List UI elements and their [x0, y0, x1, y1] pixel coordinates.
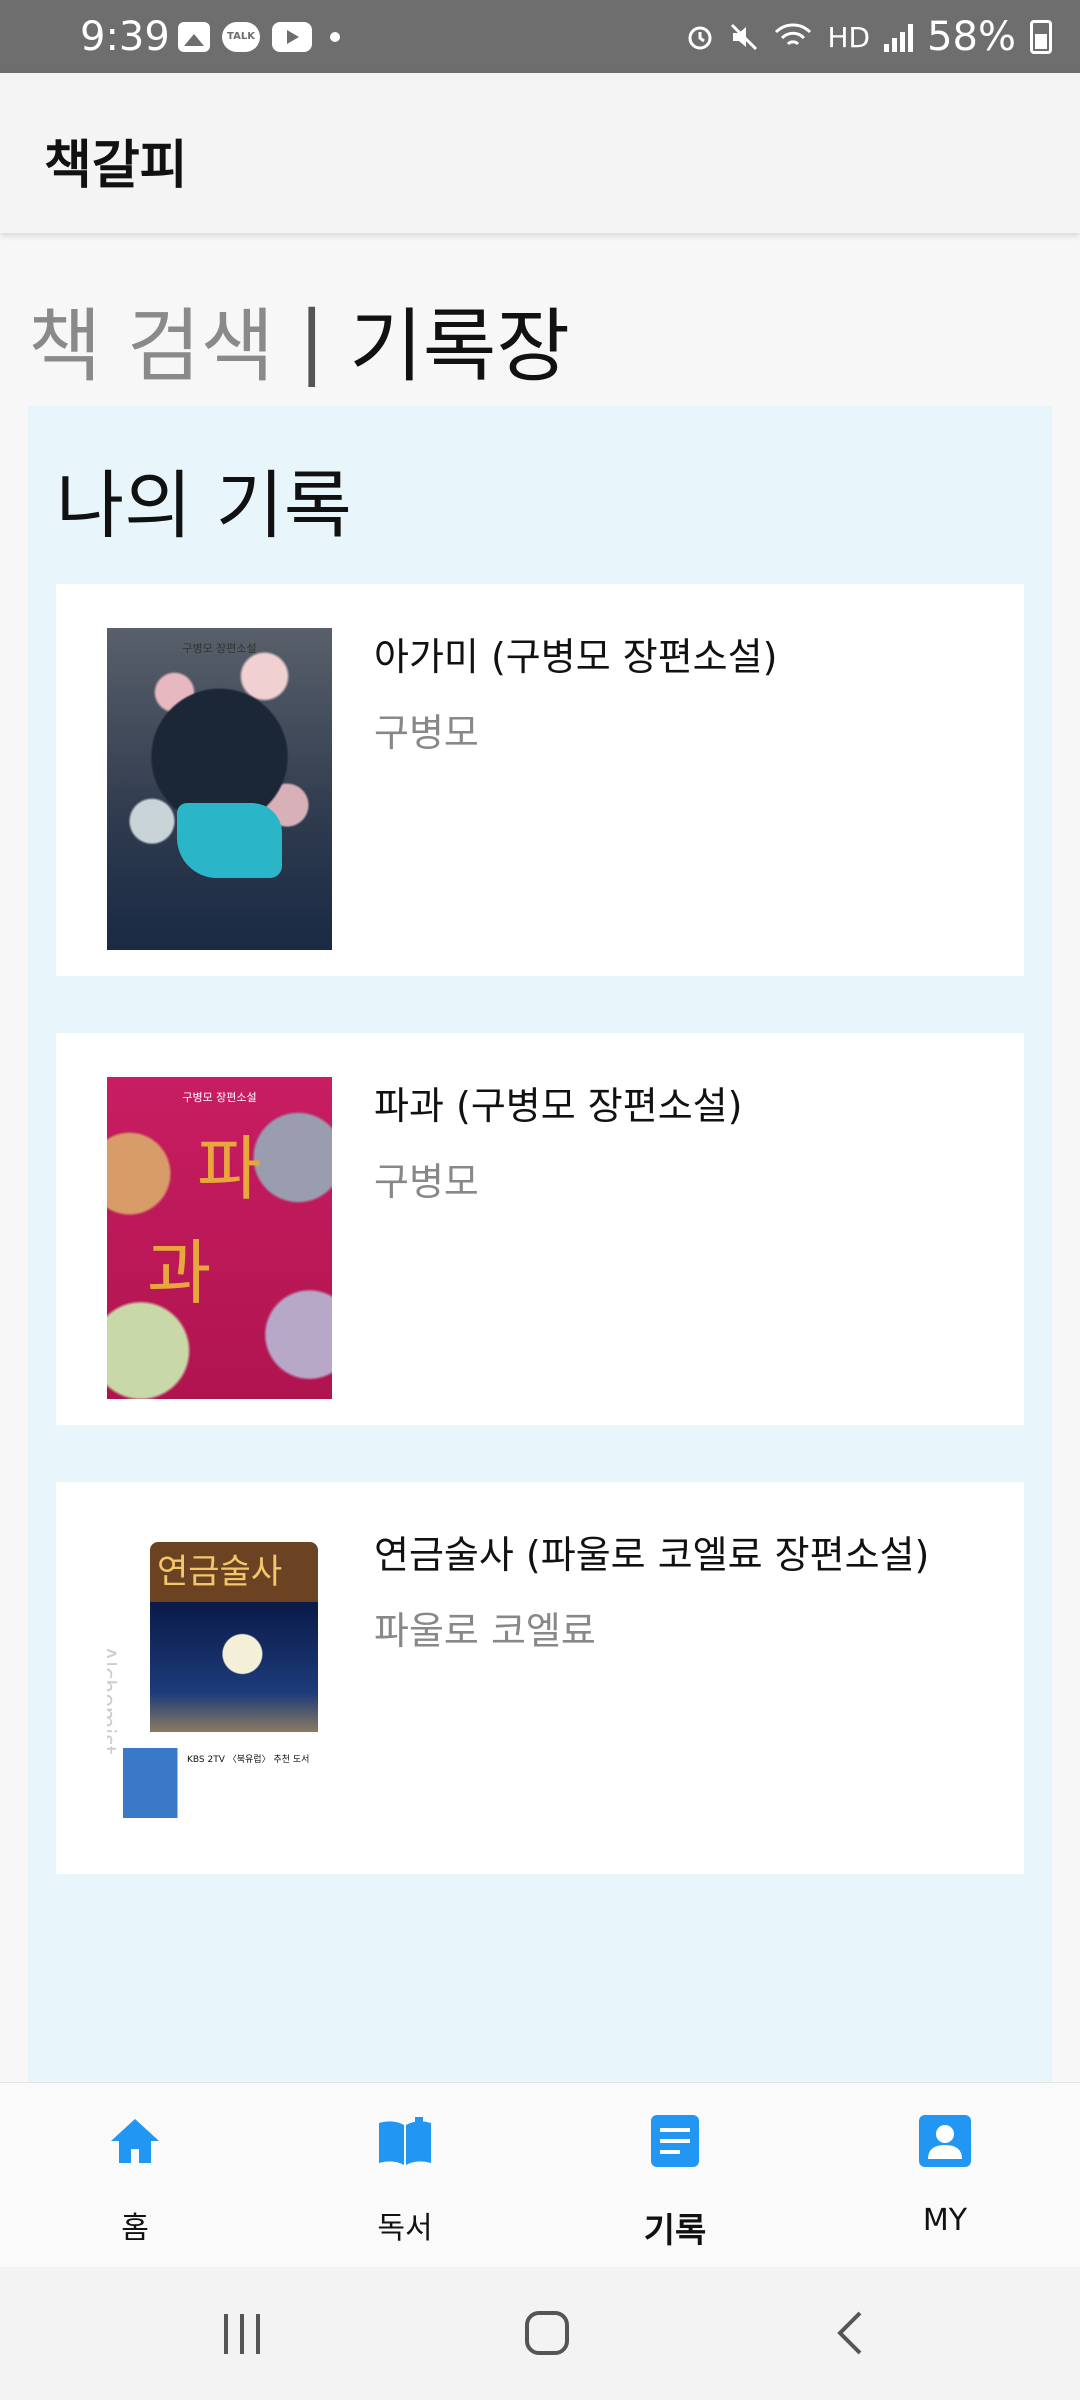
cover-caption: 구병모 장편소설	[182, 1091, 257, 1104]
cover-title-char: 파	[197, 1128, 262, 1210]
tab-record-book[interactable]: 기록장	[349, 282, 570, 398]
cover-title: 연금술사	[157, 1552, 283, 1592]
nav-home[interactable]: 홈	[0, 2083, 270, 2268]
book-author: 구병모	[374, 1160, 479, 1204]
nav-label: 기록	[643, 2211, 707, 2251]
notification-icons: TALK	[178, 22, 340, 52]
cover-side-text: Alchemist	[107, 1646, 119, 1755]
bottom-navigation: 홈 독서 기록 MY	[0, 2082, 1080, 2267]
app-bar: 책갈피	[0, 73, 1080, 233]
recent-apps-icon[interactable]	[182, 2267, 302, 2400]
book-title: 연금술사 (파울로 코엘료 장편소설)	[374, 1533, 930, 1577]
battery-percent: 58%	[927, 14, 1016, 60]
hd-voice-label: HD	[827, 20, 871, 54]
status-time: 9:39	[80, 14, 170, 60]
battery-icon	[1030, 20, 1052, 54]
book-record-card[interactable]: 구병모 장편소설 파 과 파과 (구병모 장편소설) 구병모	[56, 1033, 1024, 1425]
user-icon	[919, 2115, 971, 2167]
book-title: 파과 (구병모 장편소설)	[374, 1084, 743, 1128]
book-cover-image: 구병모 장편소설	[107, 628, 332, 950]
nav-label: 독서	[377, 2211, 433, 2246]
my-records-panel: 나의 기록 구병모 장편소설 아가미 (구병모 장편소설) 구병모 구병모 장편…	[28, 406, 1052, 2082]
gallery-notification-icon	[178, 22, 210, 52]
youtube-notification-icon	[272, 22, 312, 52]
cover-caption: 구병모 장편소설	[182, 642, 257, 655]
more-notifications-dot-icon	[330, 32, 340, 42]
alarm-icon	[688, 26, 712, 50]
book-record-card[interactable]: Alchemist 연금술사 KBS 2TV 〈북유럽〉 추천 도서 연금술사 …	[56, 1482, 1024, 1874]
nav-label: 홈	[121, 2211, 149, 2246]
panel-title: 나의 기록	[56, 463, 352, 549]
home-button-icon[interactable]	[485, 2267, 605, 2400]
tab-separator: |	[298, 293, 326, 387]
system-status-icons: HD 58%	[685, 14, 1052, 60]
cover-title-char: 과	[147, 1232, 212, 1314]
book-cover-image: Alchemist 연금술사 KBS 2TV 〈북유럽〉 추천 도서	[107, 1526, 332, 1848]
header-tabs: 책 검색 | 기록장	[28, 282, 570, 398]
nav-records[interactable]: 기록	[540, 2083, 810, 2268]
system-navigation-bar	[0, 2267, 1080, 2400]
tab-book-search[interactable]: 책 검색	[28, 282, 274, 398]
kakaotalk-notification-icon: TALK	[222, 22, 260, 52]
book-author: 파울로 코엘료	[374, 1609, 596, 1653]
book-title: 아가미 (구병모 장편소설)	[374, 635, 778, 679]
home-icon	[111, 2119, 159, 2163]
cover-illustration	[177, 803, 282, 878]
status-bar: 9:39 TALK HD 58%	[0, 0, 1080, 73]
app-title: 책갈피	[44, 136, 188, 196]
nav-reading[interactable]: 독서	[270, 2083, 540, 2268]
signal-icon	[884, 22, 914, 52]
wifi-icon	[775, 23, 812, 46]
book-author: 구병모	[374, 711, 479, 755]
book-record-card[interactable]: 구병모 장편소설 아가미 (구병모 장편소설) 구병모	[56, 584, 1024, 976]
book-open-icon	[379, 2117, 431, 2165]
nav-label: MY	[922, 2203, 968, 2238]
mute-icon	[731, 23, 758, 51]
document-icon	[651, 2115, 699, 2167]
back-icon[interactable]	[790, 2267, 910, 2400]
cover-promo-text: KBS 2TV 〈북유럽〉 추천 도서	[187, 1755, 310, 1765]
nav-my[interactable]: MY	[810, 2083, 1080, 2268]
cover-illustration	[150, 1602, 318, 1732]
book-cover-image: 구병모 장편소설 파 과	[107, 1077, 332, 1399]
